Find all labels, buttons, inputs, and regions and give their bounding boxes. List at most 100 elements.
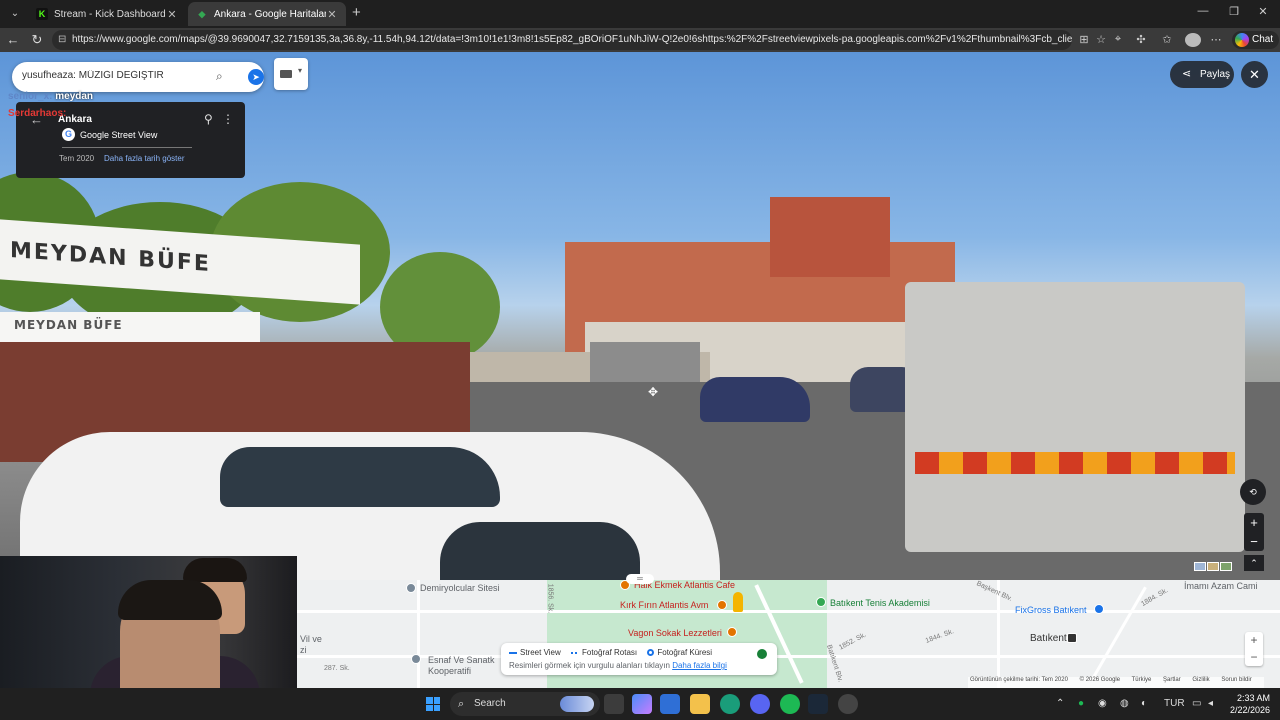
mini-map-zoom-out[interactable]: − [1245, 649, 1263, 666]
tab-strip: ⌄ K Stream - Kick Dashboard ✕ ◆ Ankara -… [0, 0, 1280, 28]
copilot-chat-button[interactable]: Chat [1232, 31, 1280, 49]
tray-app-icon[interactable]: ◐ [1141, 698, 1147, 709]
directions-icon[interactable]: ➤ [248, 69, 264, 85]
star-icon[interactable]: ☆ [1094, 33, 1108, 46]
extensions-icon[interactable]: ✣ [1134, 33, 1148, 46]
search-input[interactable]: yusufheaza: MÜZİĞİ DEĞİŞTİR [22, 70, 212, 81]
search-icon[interactable]: ⌕ [216, 69, 223, 84]
circle-icon [647, 649, 655, 657]
zoom-in-button[interactable]: + [1244, 513, 1264, 532]
car-window [220, 447, 500, 507]
metro-icon[interactable] [1067, 633, 1077, 643]
map-label[interactable]: Batıkent [1030, 633, 1067, 644]
tray-app-icon[interactable]: ◍ [1120, 698, 1129, 709]
discord-icon[interactable] [750, 694, 770, 714]
park-icon[interactable] [816, 597, 826, 607]
attribution-privacy[interactable]: Gizlilik [1192, 677, 1209, 683]
volume-icon[interactable]: ◂ [1208, 698, 1213, 709]
person-hair [183, 558, 247, 582]
steam-icon[interactable] [808, 694, 828, 714]
language-indicator[interactable]: TUR [1164, 698, 1185, 709]
reload-icon[interactable]: ↻ [29, 32, 45, 48]
close-tab-icon[interactable]: ✕ [166, 8, 178, 21]
spotify-icon[interactable] [780, 694, 800, 714]
pegman-icon[interactable] [733, 592, 743, 612]
tray-steam-icon[interactable]: ◉ [1098, 698, 1107, 709]
network-icon[interactable]: ▭ [1192, 698, 1201, 709]
layers-button[interactable]: ▾ [274, 58, 308, 90]
task-view-icon[interactable] [604, 694, 624, 714]
share-button[interactable]: ⋖ Paylaş [1170, 61, 1234, 88]
new-tab-icon[interactable]: + [352, 4, 361, 21]
site-info-icon[interactable]: ⊟ [58, 30, 66, 50]
zoom-out-button[interactable]: − [1244, 532, 1264, 551]
line-icon [509, 651, 517, 654]
edge-icon[interactable] [720, 694, 740, 714]
map-pin-icon[interactable]: ⚲ [204, 112, 213, 126]
tab-kick-dashboard[interactable]: K Stream - Kick Dashboard ✕ [28, 2, 186, 26]
google-icon: G [62, 128, 75, 141]
windows-start-icon[interactable] [426, 697, 440, 711]
favorites-icon[interactable]: ✩ [1160, 33, 1174, 46]
restore-icon[interactable]: ❐ [1227, 5, 1241, 18]
copilot-icon [1235, 33, 1249, 47]
tray-chevron-icon[interactable]: ⌃ [1056, 698, 1064, 709]
map-label[interactable]: Vil ve [300, 634, 322, 644]
restaurant-icon[interactable] [717, 600, 727, 610]
share-icon: ⋖ [1182, 68, 1192, 80]
more-dates-link[interactable]: Daha fazla tarih göster [104, 154, 185, 163]
taskbar-search[interactable]: ⌕ Search [450, 692, 600, 716]
compass-icon[interactable]: ⟲ [1240, 479, 1266, 505]
store-icon[interactable] [660, 694, 680, 714]
map-resize-handle[interactable]: ═ [626, 574, 654, 584]
window-close-icon[interactable]: ✕ [1256, 5, 1270, 18]
profile-avatar[interactable] [1185, 33, 1201, 47]
mini-map-zoom-in[interactable]: + [1245, 632, 1263, 649]
location-icon[interactable]: ⌖ [1111, 33, 1125, 46]
copilot-app-icon[interactable] [632, 694, 652, 714]
attribution-date: Görüntünün çekilme tarihi: Tem 2020 [970, 677, 1068, 683]
close-tab-icon[interactable]: ✕ [326, 8, 338, 21]
road-line [417, 580, 420, 688]
poi-icon[interactable] [411, 654, 421, 664]
legend-photo-route: Fotoğraf Rotası [571, 648, 637, 657]
shop-icon[interactable] [1094, 604, 1104, 614]
expand-map-icon[interactable]: ⌃ [1244, 555, 1264, 571]
map-label[interactable]: Vagon Sokak Lezzetleri [628, 628, 722, 638]
tab-search-icon[interactable]: ⌄ [6, 5, 24, 23]
imagery-thumbnails[interactable] [1194, 558, 1238, 571]
street-view-toggle[interactable] [757, 649, 767, 659]
attribution-report[interactable]: Sorun bildir [1221, 677, 1251, 683]
learn-more-link[interactable]: Daha fazla bilgi [672, 661, 727, 670]
map-label[interactable]: Kooperatifi [428, 666, 471, 676]
back-icon[interactable]: ← [5, 32, 21, 47]
map-label[interactable]: Demiryolcular Sitesi [420, 583, 500, 593]
tray-status-icon[interactable]: ● [1078, 698, 1084, 709]
attribution-copyright: © 2026 Google [1079, 677, 1121, 683]
clock[interactable]: 2:33 AM 2/22/2026 [1230, 692, 1270, 716]
url-field[interactable]: ⊟ https://www.google.com/maps/@39.969004… [52, 30, 1072, 50]
map-label[interactable]: Kırk Fırın Atlantis Avm [620, 600, 708, 610]
attribution-terms[interactable]: Şartlar [1163, 677, 1181, 683]
more-menu-icon[interactable]: ⋯ [1209, 33, 1223, 46]
app-icon[interactable]: ⊞ [1077, 33, 1091, 46]
map-label[interactable]: Esnaf Ve Sanatk [428, 655, 495, 665]
restaurant-icon[interactable] [727, 627, 737, 637]
obs-icon[interactable] [838, 694, 858, 714]
file-explorer-icon[interactable] [690, 694, 710, 714]
minimize-icon[interactable]: — [1196, 5, 1210, 17]
kick-icon: K [36, 8, 48, 20]
map-label[interactable]: Batıkent Tenis Akademisi [830, 598, 930, 608]
poi-icon[interactable] [406, 583, 416, 593]
map-label[interactable]: zi [300, 645, 307, 655]
map-label[interactable]: İmamı Azam Cami [1184, 581, 1258, 591]
clock-date: 2/22/2026 [1230, 705, 1271, 715]
maps-search-box[interactable]: yusufheaza: MÜZİĞİ DEĞİŞTİR ⌕ ➤ [12, 62, 264, 92]
more-options-icon[interactable]: ⋮ [222, 112, 234, 126]
chat-user: Serdarhaos: [8, 108, 67, 119]
close-street-view-button[interactable]: ✕ [1241, 61, 1268, 88]
webcam-overlay [0, 556, 297, 690]
attribution-country[interactable]: Türkiye [1132, 677, 1152, 683]
map-label[interactable]: FixGross Batıkent [1015, 605, 1087, 615]
tab-google-maps[interactable]: ◆ Ankara - Google Haritalar ✕ [188, 2, 346, 26]
